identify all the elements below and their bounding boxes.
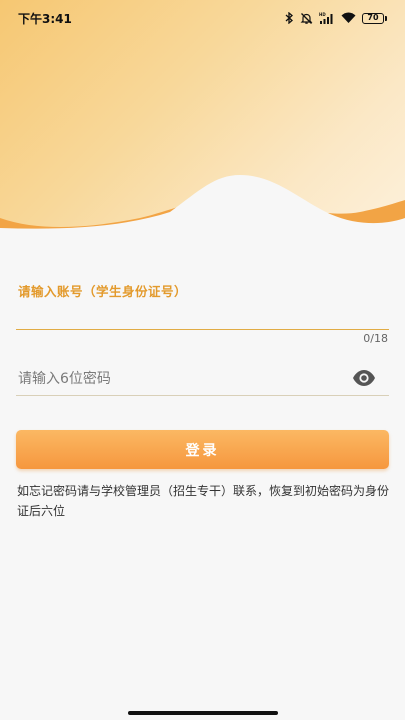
login-screen: 下午3:41 HD 70 请输入账号（学生身份证号） 0/18 登录 如忘记密码… xyxy=(0,0,405,720)
svg-text:HD: HD xyxy=(319,12,326,17)
battery-level: 70 xyxy=(362,12,384,24)
bluetooth-icon xyxy=(285,12,293,24)
home-indicator[interactable] xyxy=(128,711,278,715)
account-input[interactable] xyxy=(16,300,389,330)
wave-decoration xyxy=(0,175,405,240)
header-banner xyxy=(0,0,405,240)
password-reset-notice: 如忘记密码请与学校管理员（招生专干）联系，恢复到初始密码为身份证后六位 xyxy=(17,484,390,518)
wifi-icon xyxy=(341,12,356,23)
status-bar: 下午3:41 HD 70 xyxy=(0,0,405,36)
bell-off-icon xyxy=(300,12,313,24)
login-button[interactable]: 登录 xyxy=(16,430,389,469)
status-icons: HD 70 xyxy=(285,12,387,25)
battery-icon: 70 xyxy=(362,12,387,24)
eye-icon[interactable] xyxy=(352,368,376,388)
status-time: 下午3:41 xyxy=(18,11,72,26)
battery-tip xyxy=(385,15,387,21)
password-input[interactable] xyxy=(16,362,389,396)
account-char-counter: 0/18 xyxy=(363,332,388,345)
account-label: 请输入账号（学生身份证号） xyxy=(18,284,188,299)
hd-signal-icon: HD xyxy=(319,12,333,24)
